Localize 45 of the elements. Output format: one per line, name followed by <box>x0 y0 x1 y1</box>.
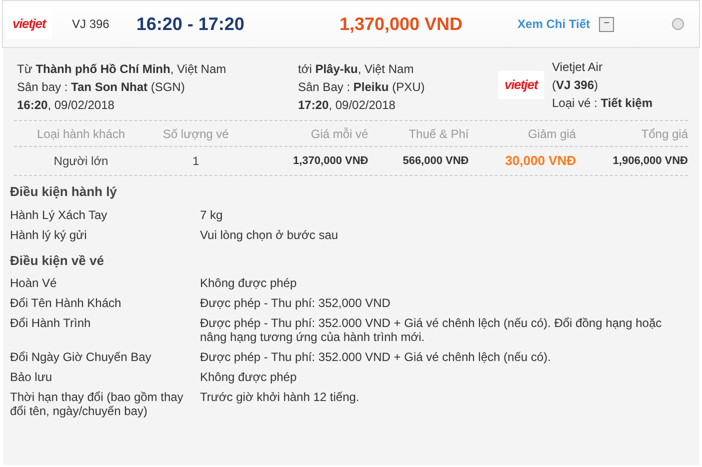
airline-info: Vietjet Air <box>552 59 604 76</box>
collapse-button[interactable]: − <box>599 16 614 32</box>
column-header: Thuế & Phí <box>408 126 469 142</box>
table-cell-text: 30,000 VNĐ <box>504 152 576 170</box>
condition-value: Được phép - Thu phí: 352.000 VND + Giá vé chênh lệch (nếu có). Đổi đồng hạng hoặc nâng hạng tương ứng của hành trình mới. <box>200 316 663 344</box>
flight-code: VJ 396 <box>72 16 110 33</box>
airline-info: (VJ 396) <box>552 77 600 94</box>
table-cell-text: 566,000 VNĐ <box>402 154 469 169</box>
column-header: Giá mỗi vé <box>310 126 368 142</box>
airline-logo: vietjet <box>498 71 544 99</box>
condition-label: Thời hạn thay đổi (bao gồm thay đổi tên, ngày/chuyến bay) <box>10 390 184 418</box>
column-header: Giảm giá <box>526 126 576 142</box>
flight-times: 16:20 - 17:20 <box>136 12 244 36</box>
condition-value: Được phép - Thu phí: 352,000 VND <box>200 296 392 310</box>
condition-value: Vui lòng chọn ở bước sau <box>200 228 340 242</box>
arrival-info: tới Plây-ku, Việt Nam <box>298 61 415 78</box>
table-cell-text: 1,370,000 VNĐ <box>292 154 368 169</box>
radio-button[interactable] <box>672 18 684 30</box>
arrival-info: Sân Bay : Pleiku (PXU) <box>298 79 426 96</box>
table-cell-text: Người lớn <box>52 153 110 170</box>
condition-label: Đổi Ngày Giờ Chuyến Bay <box>10 350 152 364</box>
condition-label: Hành lý ký gửi <box>10 228 88 242</box>
arrival-info: 17:20, 09/02/2018 <box>298 97 396 114</box>
condition-label: Đổi Hành Trình <box>10 316 92 332</box>
condition-label: Bảo lưu <box>10 370 54 384</box>
condition-value: Được phép - Thu phí: 352.000 VND + Giá vé chênh lệch (nếu có). <box>200 350 552 364</box>
section-title: Điều kiện hành lý <box>10 183 118 201</box>
column-header: Loại hành khách <box>36 126 126 142</box>
condition-label: Hoàn Vé <box>10 276 58 290</box>
departure-info: 16:20, 09/02/2018 <box>17 97 116 114</box>
section-title: Điều kiện về vé <box>10 252 105 270</box>
condition-value: 7 kg <box>200 208 224 222</box>
departure-info: Từ Thành phố Hồ Chí Minh, Việt Nam <box>17 61 228 78</box>
condition-value: Trước giờ khởi hành 12 tiếng. <box>200 390 360 406</box>
table-cell-text: 1 <box>192 153 200 170</box>
condition-value: Không được phép <box>200 370 298 384</box>
condition-label: Đổi Tên Hành Khách <box>10 296 122 310</box>
condition-value: Không được phép <box>200 276 298 290</box>
table-cell-text: 1,906,000 VNĐ <box>612 154 688 169</box>
airline-info: Loại vé : Tiết kiệm <box>552 95 653 112</box>
condition-label: Hành Lý Xách Tay <box>10 208 108 222</box>
column-header: Số lượng vé <box>162 126 230 142</box>
column-header: Tổng giá <box>640 126 688 142</box>
departure-info: Sân bay : Tan Son Nhat (SGN) <box>17 79 186 96</box>
flight-price: 1,370,000 VND <box>339 12 463 36</box>
